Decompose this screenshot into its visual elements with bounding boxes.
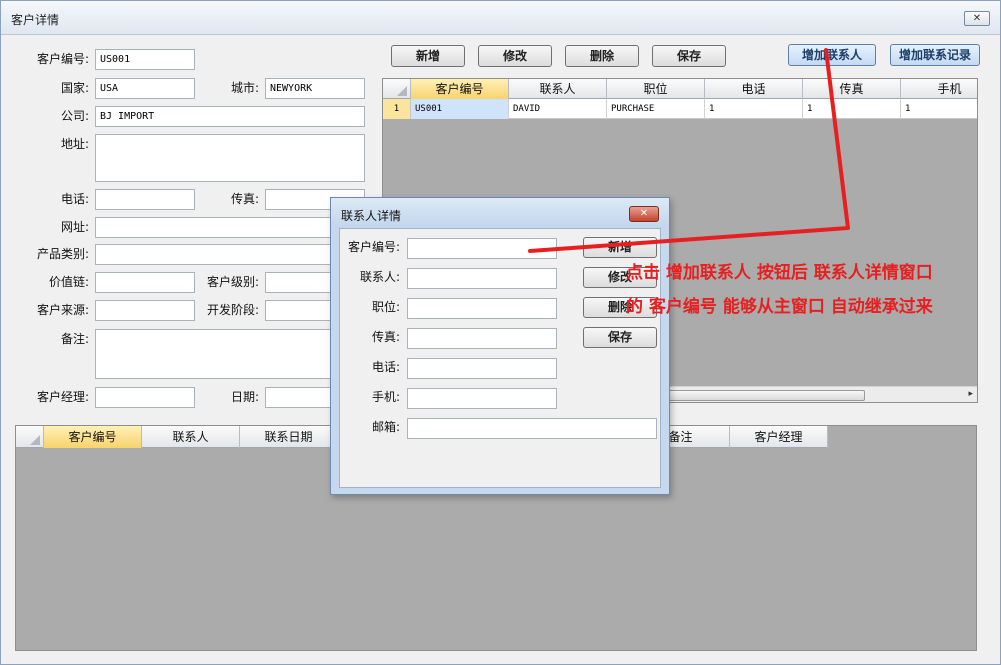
annotation-arrow	[528, 48, 850, 253]
annotation-text-line2: 的 客户编号 能够从主窗口 自动继承过来	[626, 297, 933, 317]
annotation-text-line1: 点击 增加联系人 按钮后 联系人详情窗口	[626, 263, 933, 283]
